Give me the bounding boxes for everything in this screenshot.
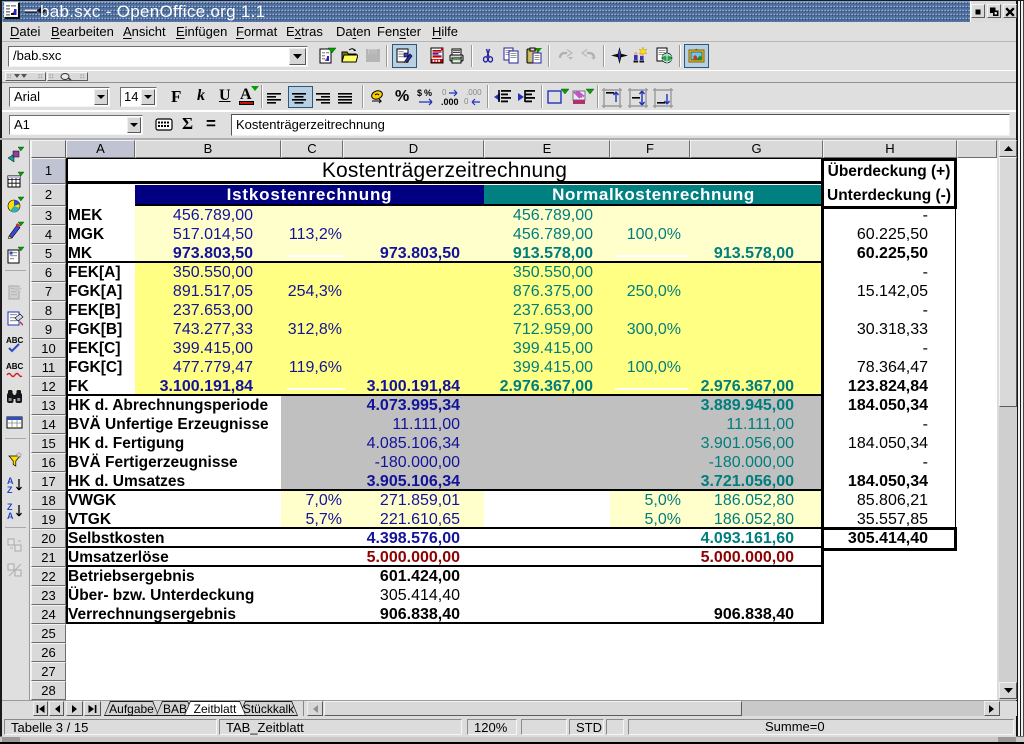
svg-text:%: % <box>424 88 432 98</box>
svg-text:A: A <box>7 511 14 521</box>
svg-text:0: 0 <box>464 97 469 106</box>
svg-text:Z: Z <box>7 485 13 495</box>
svg-text:.000: .000 <box>466 88 482 97</box>
svg-text:0: 0 <box>442 88 447 97</box>
svg-text:.000: .000 <box>441 97 459 107</box>
svg-text:ABC: ABC <box>6 362 24 371</box>
svg-text:ABC: ABC <box>6 336 24 345</box>
svg-text:$: $ <box>417 88 422 98</box>
